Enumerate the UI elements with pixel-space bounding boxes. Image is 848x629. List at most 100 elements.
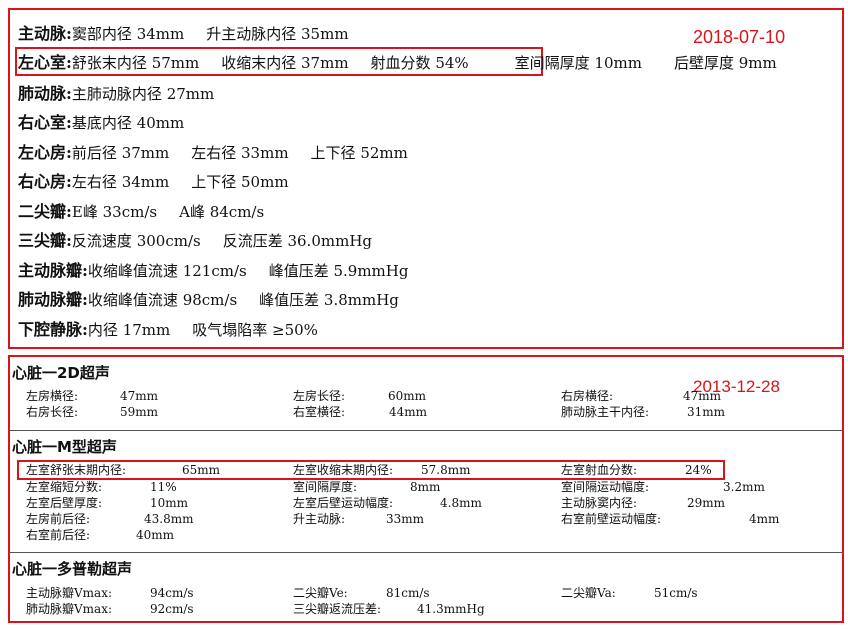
measure-key: 主动脉瓣Vmax:	[26, 586, 113, 600]
row-item: 窦部内径 34mm	[71, 25, 185, 43]
measure-key: 二尖瓣Va:	[561, 586, 616, 600]
measure-value: 92cm/s	[150, 602, 194, 616]
measure-cell: 左室舒张末期内径: 65mm	[26, 463, 220, 478]
section-title-m-mode: 心脏一M型超声	[12, 438, 117, 456]
section-title-2d: 心脏一2D超声	[12, 364, 110, 382]
measure-cell: 左室射血分数: 24%	[561, 463, 712, 478]
row-label: 主动脉:	[18, 24, 72, 43]
measure-key: 右房长径:	[26, 405, 79, 419]
row-label: 三尖瓣:	[18, 231, 72, 250]
measure-cell: 左室缩短分数: 11%	[26, 480, 177, 495]
row-item: 基底内径 40mm	[71, 114, 185, 132]
measure-key: 左室后壁运动幅度:	[293, 496, 394, 510]
report-row: 二尖瓣:E峰 33cm/s A峰 84cm/s	[18, 201, 286, 223]
measure-key: 肺动脉主干内径:	[561, 405, 650, 419]
row-item: 前后径 37mm	[71, 144, 170, 162]
measure-value: 8mm	[410, 480, 441, 494]
row-label: 左心房:	[18, 143, 72, 162]
row-label: 肺动脉瓣:	[18, 290, 88, 309]
measure-cell: 主动脉窦内径: 29mm	[561, 496, 725, 511]
row-item: 上下径 50mm	[191, 173, 289, 191]
row-item: 内径 17mm	[87, 321, 171, 339]
measure-value: 4.8mm	[440, 496, 482, 510]
measure-key: 室间隔运动幅度:	[561, 480, 650, 494]
measure-cell: 右室前后径: 40mm	[26, 528, 174, 543]
measure-key: 左房长径:	[293, 389, 346, 403]
measure-value: 60mm	[388, 389, 427, 403]
measure-cell: 右房横径: 47mm	[561, 389, 721, 404]
measure-cell: 肺动脉瓣Vmax: 92cm/s	[26, 602, 194, 617]
row-item: 收缩峰值流速 98cm/s	[87, 291, 238, 309]
report-row: 左心室:舒张末内径 57mm 收缩末内径 37mm 射血分数 54% 室间隔厚度 10…	[18, 52, 799, 74]
measure-value: 59mm	[120, 405, 159, 419]
measure-cell: 主动脉瓣Vmax: 94cm/s	[26, 586, 194, 601]
measure-key: 室间隔厚度:	[293, 480, 358, 494]
measure-value: 94cm/s	[150, 586, 194, 600]
measure-key: 右房横径:	[561, 389, 614, 403]
measure-value: 57.8mm	[421, 463, 471, 477]
measure-cell: 升主动脉: 33mm	[293, 512, 424, 527]
row-item: 上下径 52mm	[310, 144, 408, 162]
row-item: A峰 84cm/s	[179, 203, 265, 221]
section-divider	[10, 552, 842, 553]
measure-cell: 肺动脉主干内径: 31mm	[561, 405, 725, 420]
measure-cell: 右室横径: 44mm	[293, 405, 427, 420]
measure-cell: 二尖瓣Ve: 81cm/s	[293, 586, 430, 601]
section-title-doppler: 心脏一多普勒超声	[12, 560, 133, 578]
measure-cell: 三尖瓣返流压差: 41.3mmHg	[293, 602, 485, 617]
measure-value: 29mm	[687, 496, 726, 510]
measure-cell: 二尖瓣Va: 51cm/s	[561, 586, 698, 601]
measure-key: 主动脉窦内径:	[561, 496, 638, 510]
measure-value: 47mm	[120, 389, 159, 403]
measure-key: 左室收缩末期内径:	[293, 463, 394, 477]
measure-value: 41.3mmHg	[417, 602, 485, 616]
row-item: 左右径 34mm	[71, 173, 170, 191]
measure-key: 左室射血分数:	[561, 463, 638, 477]
row-item: 舒张末内径 57mm	[71, 54, 200, 72]
measure-value: 47mm	[683, 389, 722, 403]
measure-cell: 室间隔运动幅度: 3.2mm	[561, 480, 765, 495]
measure-key: 三尖瓣返流压差:	[293, 602, 382, 616]
measure-cell: 左房长径: 60mm	[293, 389, 426, 404]
measure-cell: 左房横径: 47mm	[26, 389, 158, 404]
row-item: 升主动脉内径 35mm	[206, 25, 349, 43]
measure-value: 65mm	[182, 463, 221, 477]
measure-value: 33mm	[386, 512, 425, 526]
measure-value: 4mm	[749, 512, 780, 526]
measure-key: 右室前壁运动幅度:	[561, 512, 662, 526]
row-item: 室间隔厚度 10mm	[514, 54, 642, 72]
measure-value: 40mm	[136, 528, 175, 542]
measure-value: 44mm	[389, 405, 428, 419]
measure-cell: 左室收缩末期内径: 57.8mm	[293, 463, 470, 478]
measure-key: 左室后壁厚度:	[26, 496, 103, 510]
report-row: 右心室:基底内径 40mm	[18, 112, 206, 134]
row-item: 吸气塌陷率 ≥50%	[192, 321, 318, 339]
report-row: 右心房:左右径 34mm 上下径 50mm	[18, 171, 311, 193]
row-item: 左右径 33mm	[191, 144, 289, 162]
row-label: 主动脉瓣:	[18, 261, 88, 280]
report-date-2018: 2018-07-10	[693, 27, 786, 47]
row-item: 收缩末内径 37mm	[221, 54, 349, 72]
report-row: 三尖瓣:反流速度 300cm/s 反流压差 36.0mmHg	[18, 230, 394, 252]
measure-value: 81cm/s	[386, 586, 430, 600]
measure-value: 10mm	[150, 496, 189, 510]
measure-key: 右室前后径:	[26, 528, 91, 542]
measure-value: 51cm/s	[654, 586, 698, 600]
row-label: 右心房:	[18, 172, 72, 191]
row-label: 二尖瓣:	[18, 202, 72, 221]
measure-value: 24%	[685, 463, 712, 477]
section-divider	[10, 430, 842, 431]
measure-cell: 左室后壁厚度: 10mm	[26, 496, 188, 511]
row-label: 肺动脉:	[18, 84, 72, 103]
row-item: 后壁厚度 9mm	[673, 54, 777, 72]
measure-cell: 左室后壁运动幅度: 4.8mm	[293, 496, 482, 511]
measure-key: 肺动脉瓣Vmax:	[26, 602, 113, 616]
measure-key: 左房横径:	[26, 389, 79, 403]
row-item: 反流压差 36.0mmHg	[222, 232, 373, 250]
report-row: 肺动脉瓣:收缩峰值流速 98cm/s 峰值压差 3.8mmHg	[18, 289, 421, 311]
row-label: 下腔静脉:	[18, 320, 88, 339]
row-item: 主肺动脉内径 27mm	[71, 85, 215, 103]
row-item: 收缩峰值流速 121cm/s	[87, 262, 247, 280]
row-item: 峰值压差 3.8mmHg	[259, 291, 399, 309]
measure-key: 升主动脉:	[293, 512, 346, 526]
